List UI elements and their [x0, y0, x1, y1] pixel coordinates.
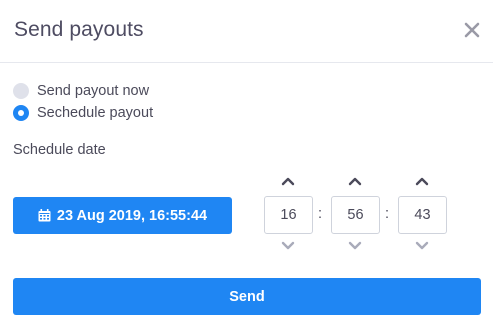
- radio-schedule-payout-label: Sechedule payout: [37, 105, 154, 121]
- seconds-increment-chevron-up-icon[interactable]: [414, 175, 430, 187]
- radio-send-now[interactable]: Send payout now: [13, 81, 149, 101]
- minutes-increment-chevron-up-icon[interactable]: [347, 175, 363, 187]
- seconds-input[interactable]: 43: [398, 196, 447, 234]
- send-button[interactable]: Send: [13, 278, 481, 315]
- minutes-decrement-chevron-down-icon[interactable]: [347, 240, 363, 252]
- close-icon[interactable]: [462, 20, 482, 40]
- time-separator: :: [317, 206, 323, 222]
- hours-decrement-chevron-down-icon[interactable]: [280, 240, 296, 252]
- radio-send-now-label: Send payout now: [37, 83, 150, 99]
- radio-send-now-indicator[interactable]: [13, 83, 29, 99]
- hours-input[interactable]: 16: [264, 196, 313, 234]
- dialog-title: Send payouts: [14, 18, 144, 41]
- schedule-date-label: Schedule date: [13, 142, 106, 158]
- date-picker-label: 23 Aug 2019, 16:55:44: [56, 207, 208, 224]
- date-picker-button[interactable]: 23 Aug 2019, 16:55:44: [13, 197, 232, 234]
- radio-schedule-payout-indicator[interactable]: [13, 105, 29, 121]
- radio-schedule-payout[interactable]: Sechedule payout: [13, 103, 153, 123]
- time-separator: :: [384, 206, 390, 222]
- minutes-input[interactable]: 56: [331, 196, 380, 234]
- seconds-decrement-chevron-down-icon[interactable]: [414, 240, 430, 252]
- hours-increment-chevron-up-icon[interactable]: [280, 175, 296, 187]
- dialog-header: Send payouts: [0, 0, 493, 63]
- calendar-icon: [38, 209, 51, 222]
